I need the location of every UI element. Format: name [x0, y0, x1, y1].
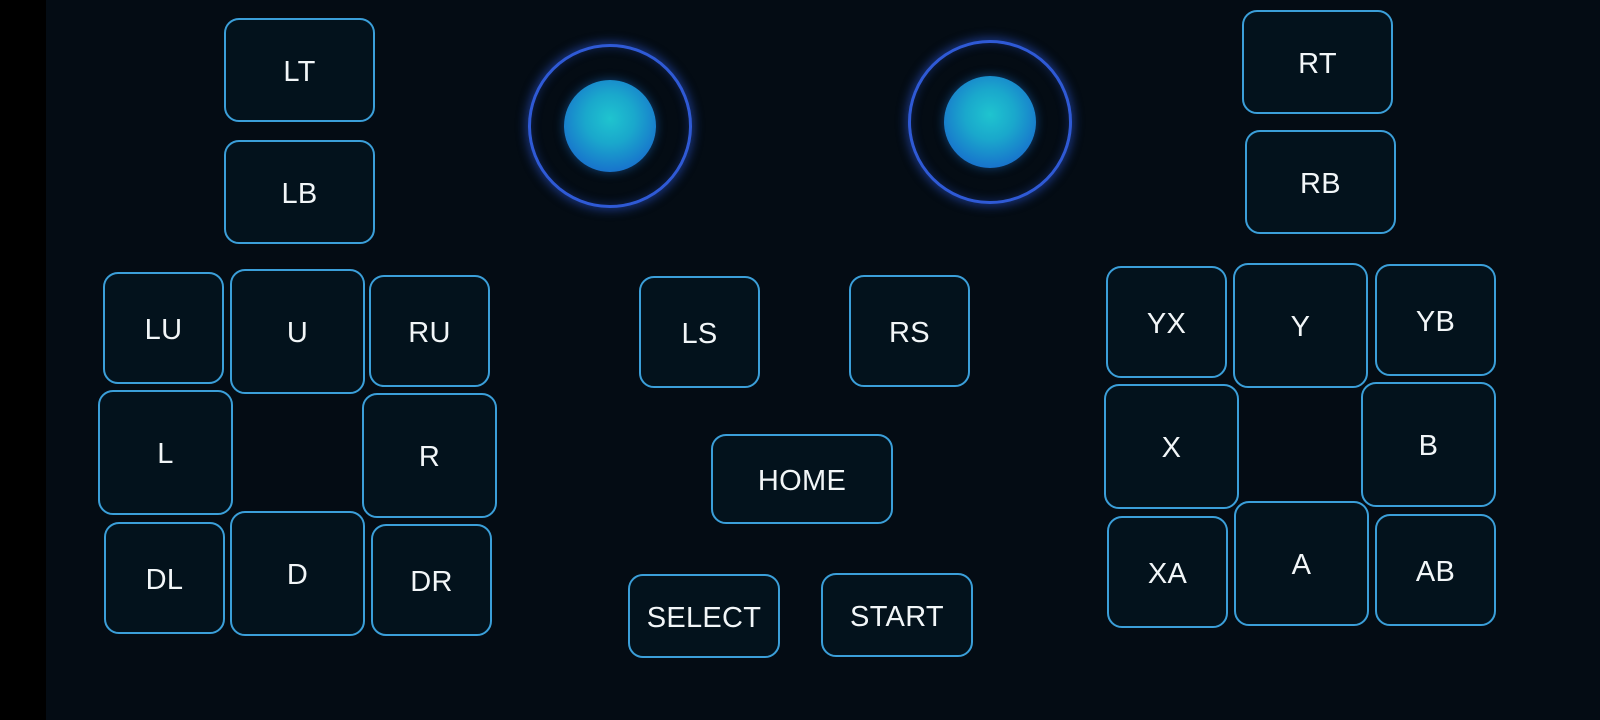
gamepad-canvas: LT LB RT RB LU U RU L R DL D DR LS RS HO…	[46, 0, 1600, 720]
dpad-up-button[interactable]: U	[230, 269, 365, 394]
joystick-right-icon	[944, 76, 1036, 168]
dpad-down-left-button[interactable]: DL	[104, 522, 225, 634]
right-joystick[interactable]	[908, 40, 1072, 204]
face-x-label: X	[1161, 432, 1182, 464]
face-xa-label: XA	[1147, 557, 1188, 590]
start-label: START	[850, 600, 944, 633]
dpad-down-label: D	[286, 559, 309, 591]
rb-label: RB	[1300, 167, 1341, 200]
dpad-down-right-label: DR	[410, 565, 453, 598]
dpad-up-label: U	[286, 317, 309, 349]
rt-label: RT	[1298, 47, 1337, 80]
face-xa-button[interactable]: XA	[1107, 516, 1228, 628]
select-button[interactable]: SELECT	[628, 574, 780, 658]
joystick-left-icon	[564, 80, 656, 172]
face-yb-button[interactable]: YB	[1375, 264, 1496, 376]
dpad-down-button[interactable]: D	[230, 511, 365, 636]
ls-button[interactable]: LS	[639, 276, 760, 388]
home-label: HOME	[757, 464, 847, 497]
face-y-button[interactable]: Y	[1233, 263, 1368, 388]
start-button[interactable]: START	[821, 573, 973, 657]
face-b-button[interactable]: B	[1361, 382, 1496, 507]
dpad-up-right-label: RU	[408, 316, 451, 349]
rs-label: RS	[889, 316, 930, 349]
left-joystick[interactable]	[528, 44, 692, 208]
ls-label: LS	[681, 317, 718, 350]
lt-button[interactable]: LT	[224, 18, 375, 122]
face-a-label: A	[1291, 549, 1312, 581]
dpad-down-left-label: DL	[145, 563, 184, 596]
face-yx-label: YX	[1146, 307, 1187, 340]
face-ab-button[interactable]: AB	[1375, 514, 1496, 626]
rs-button[interactable]: RS	[849, 275, 970, 387]
face-x-button[interactable]: X	[1104, 384, 1239, 509]
rb-button[interactable]: RB	[1245, 130, 1396, 234]
home-button[interactable]: HOME	[711, 434, 893, 524]
lb-button[interactable]: LB	[224, 140, 375, 244]
lb-label: LB	[281, 177, 318, 210]
dpad-left-button[interactable]: L	[98, 390, 233, 515]
dpad-up-right-button[interactable]: RU	[369, 275, 490, 387]
face-yx-button[interactable]: YX	[1106, 266, 1227, 378]
select-label: SELECT	[646, 601, 762, 634]
dpad-up-left-button[interactable]: LU	[103, 272, 224, 384]
dpad-right-button[interactable]: R	[362, 393, 497, 518]
dpad-down-right-button[interactable]: DR	[371, 524, 492, 636]
dpad-up-left-label: LU	[144, 313, 183, 346]
face-yb-label: YB	[1415, 305, 1456, 338]
face-b-label: B	[1418, 430, 1439, 462]
dpad-right-label: R	[418, 441, 441, 473]
face-a-button[interactable]: A	[1234, 501, 1369, 626]
dpad-left-label: L	[157, 438, 174, 470]
face-ab-label: AB	[1415, 555, 1456, 588]
rt-button[interactable]: RT	[1242, 10, 1393, 114]
face-y-label: Y	[1290, 311, 1311, 343]
lt-label: LT	[283, 55, 316, 88]
